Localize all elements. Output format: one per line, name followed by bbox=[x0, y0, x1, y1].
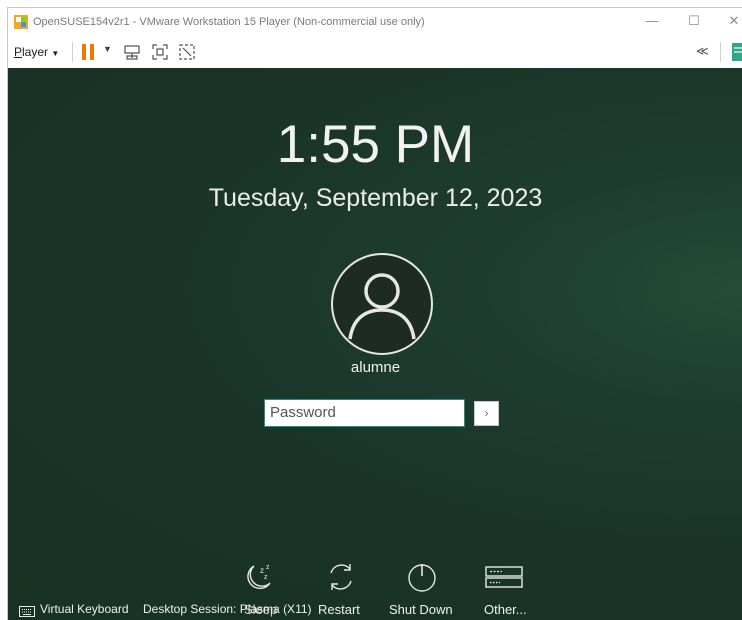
title-bar: OpenSUSE154v2r1 - VMware Workstation 15 … bbox=[8, 8, 742, 35]
guest-login-screen[interactable]: 1:55 PM Tuesday, September 12, 2023 alum… bbox=[8, 68, 742, 620]
other-session-icon[interactable] bbox=[485, 561, 523, 593]
svg-text:z: z bbox=[264, 574, 268, 581]
clock-time: 1:55 PM bbox=[276, 115, 475, 174]
close-button[interactable]: ✕ bbox=[724, 12, 742, 30]
window-title: OpenSUSE154v2r1 - VMware Workstation 15 … bbox=[33, 16, 425, 28]
unity-mode-icon[interactable] bbox=[178, 43, 196, 61]
login-submit-button[interactable]: › bbox=[474, 401, 499, 426]
user-avatar[interactable] bbox=[331, 253, 433, 355]
maximize-button[interactable]: ☐ bbox=[684, 12, 704, 30]
sleep-icon[interactable]: z z z bbox=[243, 561, 275, 593]
player-menu-accel: P bbox=[14, 45, 23, 59]
player-toolbar: Player ▼ ▼ ≪ bbox=[8, 35, 742, 68]
toolbar-divider bbox=[72, 42, 73, 62]
password-field[interactable]: Password bbox=[264, 399, 465, 427]
toolbar-divider-right bbox=[720, 42, 721, 62]
restart-icon[interactable] bbox=[325, 561, 357, 593]
fit-guest-icon[interactable] bbox=[151, 43, 169, 61]
send-ctrl-alt-del-icon[interactable] bbox=[123, 43, 141, 61]
clock-date: Tuesday, September 12, 2023 bbox=[208, 184, 543, 212]
svg-text:z: z bbox=[266, 564, 270, 571]
virtual-keyboard-icon[interactable] bbox=[19, 606, 35, 617]
player-menu[interactable]: Player ▼ bbox=[14, 45, 59, 59]
player-menu-arrow-icon: ▼ bbox=[51, 49, 60, 58]
vmware-player-window: OpenSUSE154v2r1 - VMware Workstation 15 … bbox=[7, 7, 742, 620]
minimize-button[interactable]: — bbox=[642, 12, 662, 30]
player-menu-label: layer bbox=[22, 45, 49, 59]
collapse-toolbar-button[interactable]: ≪ bbox=[696, 44, 709, 58]
vmware-app-icon bbox=[14, 15, 28, 29]
pause-icon-bar-right bbox=[90, 44, 94, 60]
sleep-button[interactable]: Sleep bbox=[244, 602, 277, 617]
message-log-icon[interactable] bbox=[732, 43, 742, 61]
other-user-button[interactable]: Other... bbox=[484, 602, 527, 617]
restart-button[interactable]: Restart bbox=[318, 602, 360, 617]
power-options-dropdown-icon[interactable]: ▼ bbox=[103, 44, 112, 54]
pause-icon-bar-left bbox=[82, 44, 86, 60]
username-label: alumne bbox=[350, 359, 401, 376]
shut-down-button[interactable]: Shut Down bbox=[389, 602, 453, 617]
user-avatar-icon bbox=[348, 273, 416, 340]
pause-button[interactable] bbox=[82, 44, 96, 60]
virtual-keyboard-button[interactable]: Virtual Keyboard bbox=[40, 602, 129, 616]
shutdown-icon[interactable] bbox=[406, 561, 438, 593]
desktop-session-selector[interactable]: Desktop Session: Plasma (X11) bbox=[143, 602, 312, 616]
